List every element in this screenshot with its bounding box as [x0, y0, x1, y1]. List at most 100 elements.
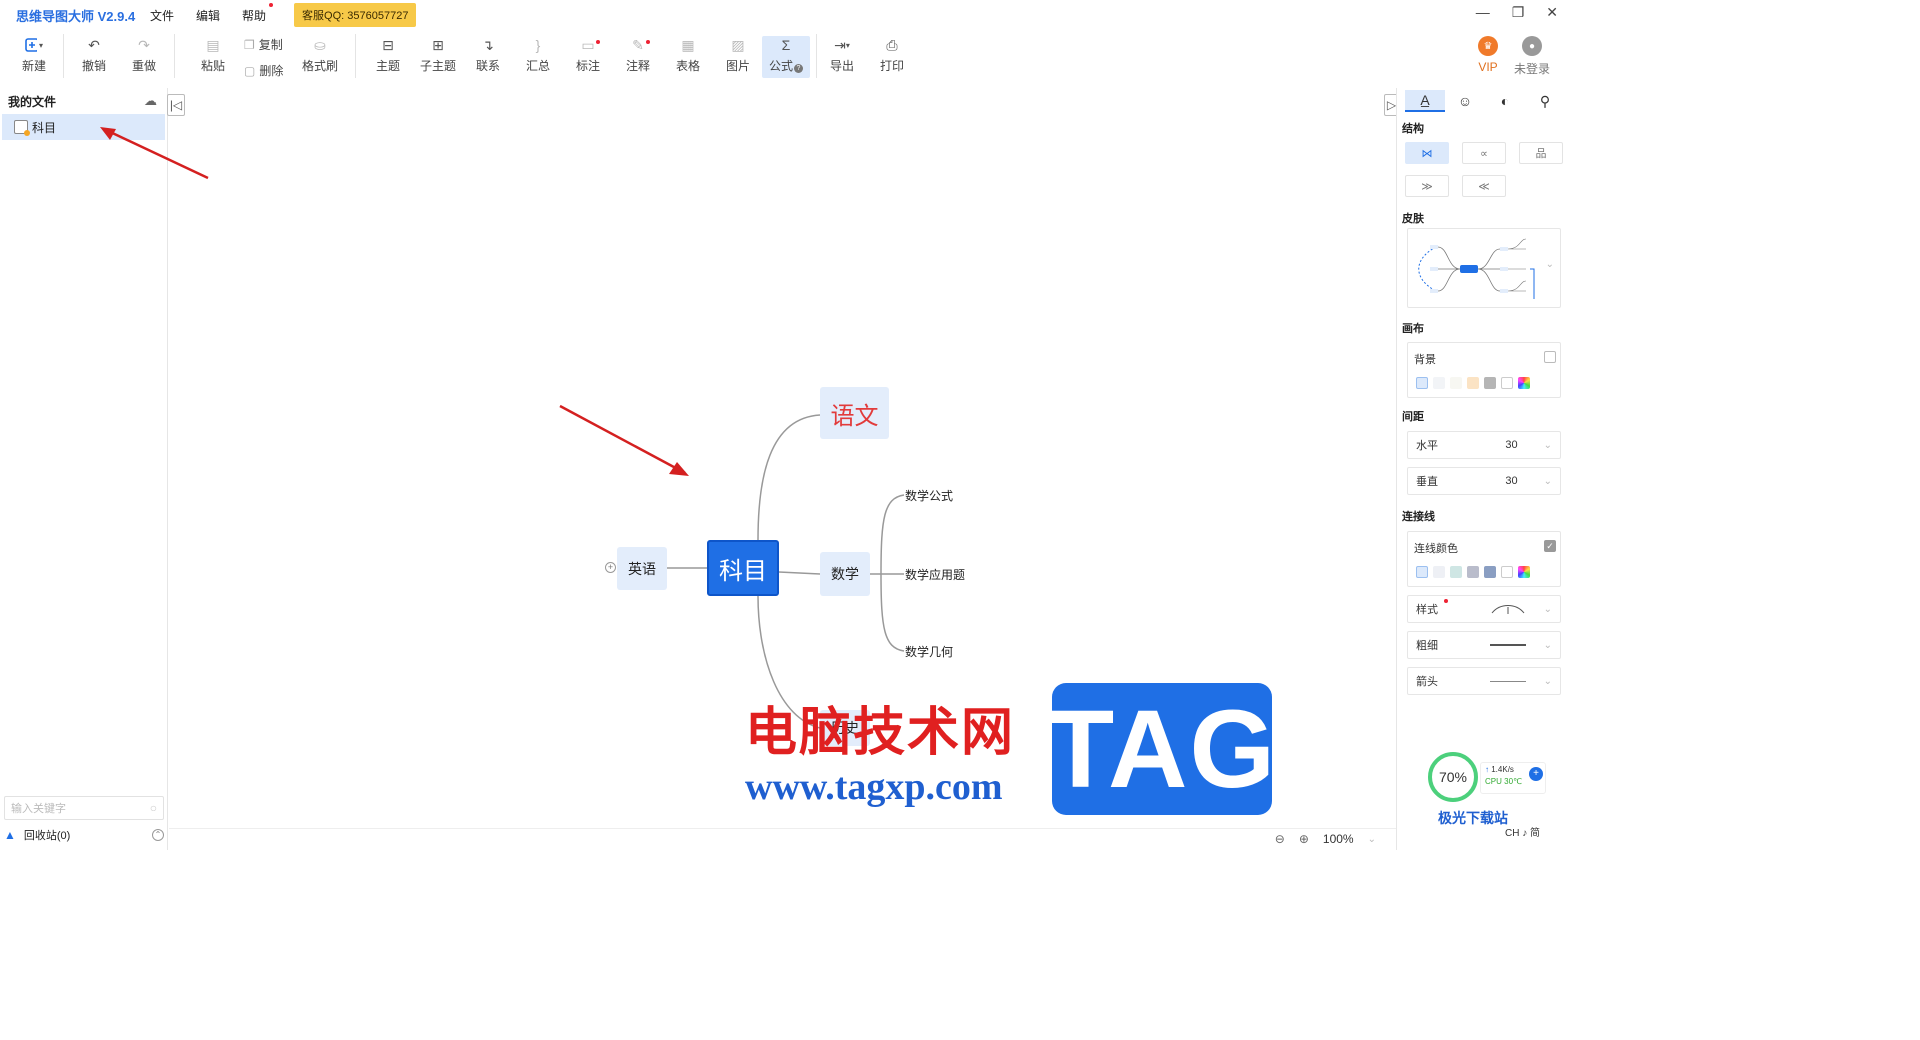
marker-button[interactable]: ▭ 标注 — [566, 36, 610, 78]
undo-button[interactable]: ↶ 撤销 — [72, 36, 116, 78]
format-brush-button[interactable]: ⛀ 格式刷 — [298, 36, 342, 78]
color-swatch[interactable] — [1484, 377, 1496, 389]
chevron-up-icon[interactable]: ⌃ — [152, 829, 164, 841]
line-thickness-select[interactable]: 粗细 ⌄ — [1407, 631, 1561, 659]
color-picker-icon[interactable] — [1518, 566, 1530, 578]
chevron-down-icon[interactable]: ⌄ — [1546, 259, 1554, 270]
line-color-checkbox[interactable]: ✓ — [1544, 540, 1556, 552]
vertical-value: 30 — [1505, 475, 1518, 487]
vertical-spacing-select[interactable]: 垂直 30 ⌄ — [1407, 467, 1561, 495]
color-swatch[interactable] — [1450, 566, 1462, 578]
menu-edit[interactable]: 编辑 — [196, 7, 220, 24]
color-swatch[interactable] — [1416, 377, 1428, 389]
cloud-sync-icon[interactable]: ☁ — [144, 93, 157, 109]
delete-button[interactable]: ▢ 删除 — [244, 62, 283, 79]
crown-icon: ♛ — [1478, 36, 1498, 56]
print-button[interactable]: ⎙ 打印 — [870, 36, 914, 78]
image-button[interactable]: ▨ 图片 — [716, 36, 760, 78]
tab-theme[interactable]: ◐ — [1485, 90, 1525, 112]
tab-style[interactable]: A̲ — [1405, 90, 1445, 112]
leaf-node[interactable]: 数学应用题 — [905, 565, 985, 583]
leaf-node[interactable]: 数学几何 — [905, 642, 975, 660]
structure-right[interactable]: ∝ — [1462, 142, 1506, 164]
redo-button[interactable]: ↷ 重做 — [122, 36, 166, 78]
minimize-button[interactable]: — — [1476, 4, 1490, 21]
delete-label: 删除 — [259, 64, 284, 78]
divider — [174, 34, 175, 78]
table-button[interactable]: ▦ 表格 — [666, 36, 710, 78]
watermark-text: 电脑技术网 — [745, 702, 1016, 763]
recycle-icon: ▲ — [4, 828, 16, 842]
watermark-url: www.tagxp.com — [745, 766, 1003, 808]
color-swatch[interactable] — [1484, 566, 1496, 578]
color-swatch[interactable] — [1501, 377, 1513, 389]
color-swatch[interactable] — [1467, 566, 1479, 578]
performance-widget[interactable]: 70% ↑ 1.4K/s CPU 30℃ + — [1428, 752, 1552, 804]
support-qq-badge[interactable]: 客服QQ: 3576057727 — [294, 3, 417, 27]
new-button[interactable]: ▾ 新建 — [12, 36, 56, 78]
relation-button[interactable]: ↴ 联系 — [466, 36, 510, 78]
file-name: 科目 — [32, 120, 57, 135]
root-node[interactable]: 科目 — [707, 540, 779, 596]
structure-fishbone-left[interactable]: ≪ — [1462, 175, 1506, 197]
skin-thumbnail — [1418, 238, 1535, 299]
topic-node-chinese[interactable]: 语文 — [820, 387, 889, 439]
arrow-select[interactable]: 箭头 ⌄ — [1407, 667, 1561, 695]
menu-help[interactable]: 帮助 — [242, 2, 274, 24]
line-color-label: 连线颜色 — [1414, 543, 1458, 555]
file-panel: 我的文件 ☁ 科目 输入关键字 ○ ▲ 回收站(0) ⌃ — [0, 88, 168, 850]
zoom-out-icon[interactable]: ⊖ — [1275, 832, 1285, 846]
topic-node-english[interactable]: 英语 — [617, 547, 667, 590]
skin-preview[interactable]: ⌄ — [1407, 228, 1561, 308]
tab-search[interactable]: ⚲ — [1525, 90, 1565, 112]
redo-label: 重做 — [131, 59, 156, 73]
summary-button[interactable]: } 汇总 — [516, 36, 560, 78]
new-label: 新建 — [21, 59, 46, 73]
plus-icon[interactable]: + — [1529, 767, 1543, 781]
color-swatch[interactable] — [1467, 377, 1479, 389]
recycle-bin[interactable]: ▲ 回收站(0) ⌃ — [4, 824, 164, 846]
expand-icon[interactable]: + — [605, 562, 616, 573]
structure-mindmap[interactable]: ⋈ — [1405, 142, 1449, 164]
network-cpu-box: ↑ 1.4K/s CPU 30℃ + — [1480, 762, 1546, 794]
vip-button[interactable]: ♛ VIP — [1478, 36, 1498, 74]
structure-org[interactable]: 品 — [1519, 142, 1563, 164]
color-picker-icon[interactable] — [1518, 377, 1530, 389]
subtopic-icon: ⊞ — [432, 36, 444, 53]
color-swatch[interactable] — [1450, 377, 1462, 389]
help-icon[interactable]: ? — [794, 64, 803, 73]
line-style-select[interactable]: 样式 ⌄ — [1407, 595, 1561, 623]
leaf-node[interactable]: 数学公式 — [905, 486, 975, 504]
menu-file[interactable]: 文件 — [150, 7, 174, 24]
export-button[interactable]: ⇥ ▾ 导出 — [820, 36, 864, 78]
background-checkbox[interactable] — [1544, 351, 1556, 363]
org-structure-icon: 品 — [1535, 148, 1547, 160]
horizontal-spacing-select[interactable]: 水平 30 ⌄ — [1407, 431, 1561, 459]
topic-button[interactable]: ⊟ 主题 — [366, 36, 410, 78]
formula-button[interactable]: Σ 公式? — [762, 36, 810, 78]
restore-button[interactable]: ❐ — [1512, 4, 1525, 21]
login-button[interactable]: ● 未登录 — [1514, 36, 1550, 77]
subtopic-button[interactable]: ⊞ 子主题 — [416, 36, 460, 78]
color-swatch[interactable] — [1501, 566, 1513, 578]
panel-tabs: A̲ ☺ ◐ ⚲ — [1405, 90, 1565, 112]
zoom-controls: ⊖ ⊕ 100% ⌄ — [1275, 832, 1376, 846]
search-input[interactable]: 输入关键字 ○ — [4, 796, 164, 820]
section-structure: 结构 — [1402, 123, 1424, 135]
zoom-in-icon[interactable]: ⊕ — [1299, 832, 1309, 846]
color-swatch[interactable] — [1433, 377, 1445, 389]
copy-button[interactable]: ❐ 复制 — [244, 36, 283, 53]
search-icon[interactable]: ○ — [150, 801, 157, 815]
chevron-down-icon[interactable]: ⌄ — [1368, 834, 1376, 845]
horizontal-value: 30 — [1505, 439, 1518, 451]
structure-fishbone-right[interactable]: ≫ — [1405, 175, 1449, 197]
close-button[interactable]: ✕ — [1546, 4, 1558, 21]
topic-node-math[interactable]: 数学 — [820, 552, 870, 596]
tab-icons[interactable]: ☺ — [1445, 90, 1485, 112]
color-swatch[interactable] — [1416, 566, 1428, 578]
note-button[interactable]: ✎ 注释 — [616, 36, 660, 78]
zoom-level[interactable]: 100% — [1323, 832, 1354, 846]
paste-button[interactable]: ▤ 粘贴 — [191, 36, 235, 78]
fishbone-left-icon: ≪ — [1478, 180, 1490, 193]
color-swatch[interactable] — [1433, 566, 1445, 578]
